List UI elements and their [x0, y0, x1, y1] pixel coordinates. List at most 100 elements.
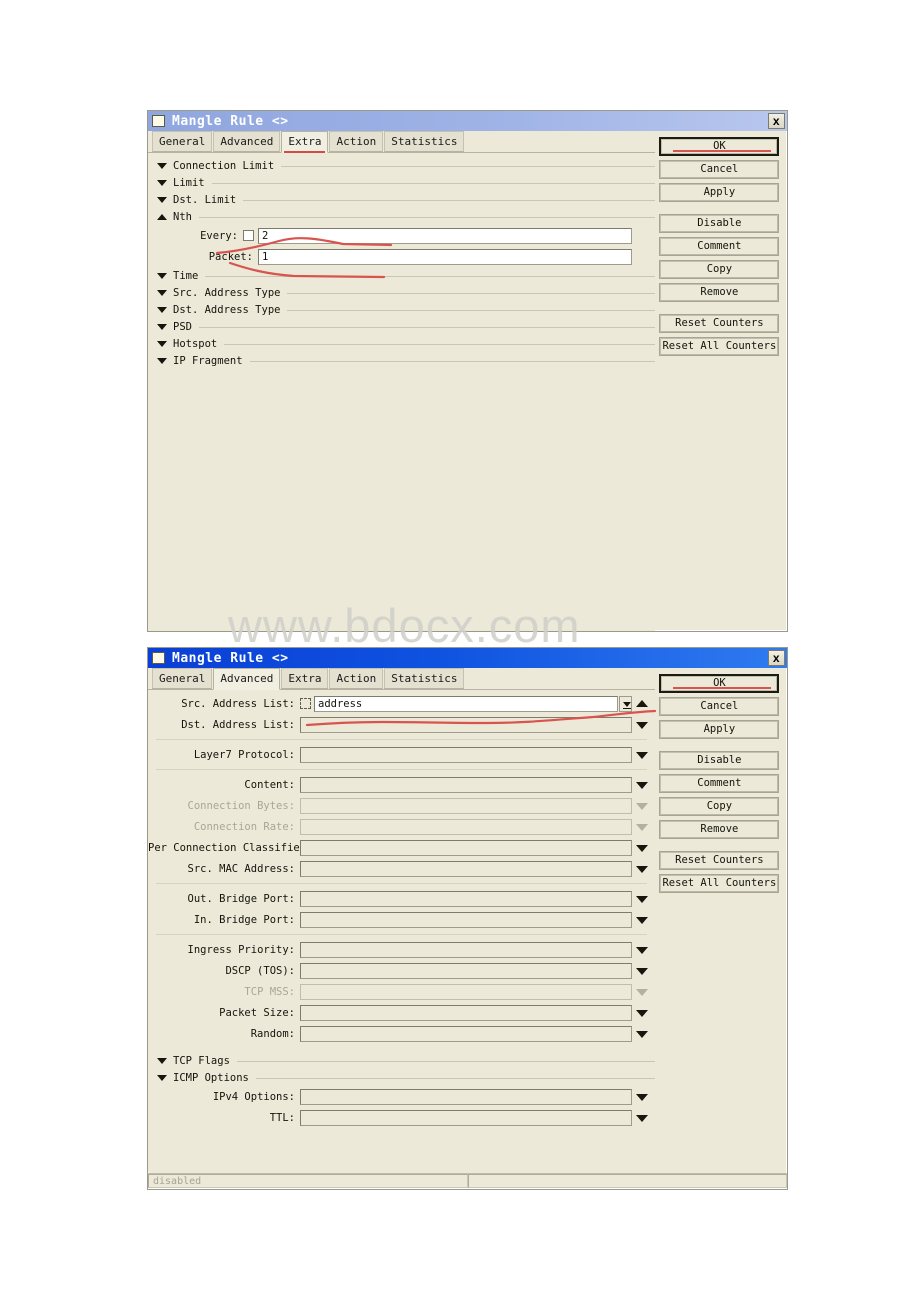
chevron-down-icon[interactable]: [632, 1089, 652, 1105]
section-label: TCP Flags: [173, 1055, 230, 1067]
tab-label: General: [159, 672, 206, 685]
chevron-down-icon[interactable]: [632, 840, 652, 856]
tab-general[interactable]: General: [152, 131, 213, 152]
ok-button[interactable]: OK: [659, 674, 780, 693]
chevron-down-icon[interactable]: [632, 963, 652, 979]
cancel-button[interactable]: Cancel: [659, 697, 780, 716]
close-icon[interactable]: x: [768, 113, 785, 129]
disable-button[interactable]: Disable: [659, 751, 780, 770]
tab-extra[interactable]: Extra: [281, 131, 329, 153]
chevron-down-icon: [157, 197, 167, 203]
field-row-connection-bytes: Connection Bytes:: [148, 795, 655, 816]
reset-all-counters-button[interactable]: Reset All Counters: [659, 874, 780, 893]
tab-action[interactable]: Action: [329, 131, 384, 152]
chevron-down-icon[interactable]: [632, 717, 652, 733]
chevron-down-icon[interactable]: [632, 984, 652, 1000]
section-header-icmp-options[interactable]: ICMP Options: [148, 1070, 656, 1086]
chevron-down-icon[interactable]: [632, 747, 652, 763]
dropdown-button[interactable]: [619, 695, 633, 712]
input-content[interactable]: [300, 776, 633, 793]
ok-button[interactable]: OK: [659, 137, 780, 156]
input-in-bridge-port[interactable]: [300, 911, 633, 928]
chevron-down-icon[interactable]: [632, 1026, 652, 1042]
button-label: Remove: [700, 286, 739, 298]
section-divider: [281, 165, 656, 167]
input-packet[interactable]: 1: [258, 248, 633, 265]
field-label: Connection Bytes:: [187, 799, 295, 812]
section-header-tcp-flags[interactable]: TCP Flags: [148, 1053, 656, 1069]
input-per-connection-classifier[interactable]: [300, 839, 633, 856]
section-header-limit[interactable]: Limit: [148, 175, 656, 191]
titlebar[interactable]: Mangle Rule <> x: [148, 648, 787, 668]
chevron-down-icon[interactable]: [632, 798, 652, 814]
close-icon[interactable]: x: [768, 650, 785, 666]
tab-statistics[interactable]: Statistics: [384, 131, 465, 152]
mangle-rule-dialog-advanced: Mangle Rule <> x General Advanced Extra Act…: [147, 647, 788, 1190]
arrow-down-glyph: [636, 781, 649, 789]
checkbox-every[interactable]: [243, 230, 254, 241]
field-label: Ingress Priority:: [187, 943, 295, 956]
input-random[interactable]: [300, 1025, 633, 1042]
input-ingress-priority[interactable]: [300, 941, 633, 958]
section-header-hotspot[interactable]: Hotspot: [148, 336, 656, 352]
section-header-ip-fragment[interactable]: IP Fragment: [148, 353, 656, 369]
section-label: IP Fragment: [173, 355, 243, 367]
disable-button[interactable]: Disable: [659, 214, 780, 233]
field-label: In. Bridge Port:: [193, 913, 295, 926]
input-every[interactable]: 2: [258, 227, 633, 244]
scroll-up-arrow-icon[interactable]: [632, 696, 652, 712]
field-group-divider: [156, 883, 648, 884]
chevron-down-icon[interactable]: [632, 942, 652, 958]
apply-button[interactable]: Apply: [659, 183, 780, 202]
section-header-connection-limit[interactable]: Connection Limit: [148, 158, 656, 174]
input-src-address-list[interactable]: address: [314, 695, 619, 712]
chevron-down-icon[interactable]: [632, 819, 652, 835]
section-header-dst-limit[interactable]: Dst. Limit: [148, 192, 656, 208]
copy-button[interactable]: Copy: [659, 260, 780, 279]
copy-button[interactable]: Copy: [659, 797, 780, 816]
tab-statistics[interactable]: Statistics: [384, 668, 465, 689]
input-src-mac-address[interactable]: [300, 860, 633, 877]
reset-all-counters-button[interactable]: Reset All Counters: [659, 337, 780, 356]
field-label: Connection Rate:: [193, 820, 295, 833]
field-label: Dst. Address List:: [181, 718, 295, 731]
remove-button[interactable]: Remove: [659, 283, 780, 302]
arrow-down-glyph: [636, 916, 649, 924]
tab-extra[interactable]: Extra: [281, 668, 329, 689]
comment-button[interactable]: Comment: [659, 774, 780, 793]
remove-button[interactable]: Remove: [659, 820, 780, 839]
chevron-down-icon[interactable]: [632, 1110, 652, 1126]
chevron-down-icon[interactable]: [632, 912, 652, 928]
button-label: Reset All Counters: [662, 340, 777, 352]
apply-button[interactable]: Apply: [659, 720, 780, 739]
input-ipv4-options[interactable]: [300, 1088, 633, 1105]
input-layer7-protocol[interactable]: [300, 746, 633, 763]
section-header-src-address-type[interactable]: Src. Address Type: [148, 285, 656, 301]
input-dst-address-list[interactable]: [300, 716, 633, 733]
reset-counters-button[interactable]: Reset Counters: [659, 314, 780, 333]
input-ttl[interactable]: [300, 1109, 633, 1126]
chevron-down-icon[interactable]: [632, 861, 652, 877]
chevron-down-icon[interactable]: [632, 891, 652, 907]
titlebar[interactable]: Mangle Rule <> x: [148, 111, 787, 131]
section-header-dst-address-type[interactable]: Dst. Address Type: [148, 302, 656, 318]
list-select-icon[interactable]: [300, 698, 311, 709]
comment-button[interactable]: Comment: [659, 237, 780, 256]
tab-label: Action: [336, 135, 377, 148]
tab-advanced[interactable]: Advanced: [213, 668, 281, 690]
section-header-psd[interactable]: PSD: [148, 319, 656, 335]
chevron-down-icon[interactable]: [632, 777, 652, 793]
input-out-bridge-port[interactable]: [300, 890, 633, 907]
chevron-down-icon: [157, 307, 167, 313]
tab-general[interactable]: General: [152, 668, 213, 689]
tab-advanced[interactable]: Advanced: [213, 131, 281, 152]
tab-action[interactable]: Action: [329, 668, 384, 689]
field-label: Out. Bridge Port:: [187, 892, 295, 905]
section-header-nth[interactable]: Nth: [148, 209, 656, 225]
cancel-button[interactable]: Cancel: [659, 160, 780, 179]
input-packet-size[interactable]: [300, 1004, 633, 1021]
input-dscp-tos[interactable]: [300, 962, 633, 979]
section-header-time[interactable]: Time: [148, 268, 656, 284]
chevron-down-icon[interactable]: [632, 1005, 652, 1021]
reset-counters-button[interactable]: Reset Counters: [659, 851, 780, 870]
